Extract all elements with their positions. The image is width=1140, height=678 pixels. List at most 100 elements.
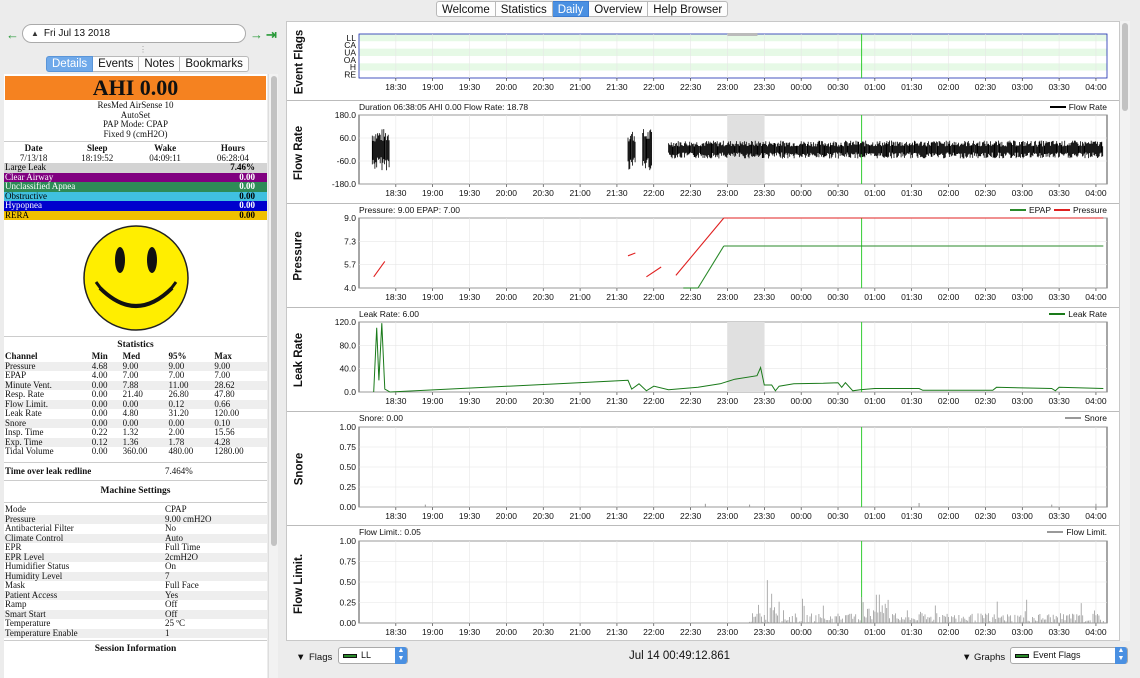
x-tick-label: 01:30 [901, 292, 923, 302]
snore-label: Snore [293, 452, 305, 486]
tab-overview[interactable]: Overview [589, 1, 649, 17]
tab-statistics[interactable]: Statistics [495, 1, 553, 17]
main-tabs: Welcome Statistics Daily Overview Help B… [436, 1, 729, 17]
machine-setting-row: Patient Access Yes [4, 590, 267, 600]
tab-events[interactable]: Events [93, 56, 140, 72]
graphs-toggle-icon[interactable]: ▼ [962, 652, 971, 663]
snore-graph[interactable]: 18:30 19:00 19:30 20:00 20:30 21:00 21:30 22:00… [287, 412, 1119, 526]
pressure-legend: EPAP Pressure [1009, 205, 1107, 215]
y-tick-label: 0.25 [339, 598, 356, 608]
flow-limitation-series [749, 580, 1104, 623]
x-tick-label: 02:30 [975, 627, 997, 637]
tab-welcome[interactable]: Welcome [436, 1, 496, 17]
x-tick-label: 20:00 [496, 82, 518, 92]
machine-settings-title: Machine Settings [100, 486, 171, 496]
tab-details[interactable]: Details [46, 56, 94, 72]
snore-legend: Snore [1065, 413, 1107, 423]
x-tick-label: 00:00 [791, 511, 813, 521]
ahi-banner: AHI 0.00 [5, 76, 266, 100]
event-flags-graph[interactable]: LL CA UA OA H RE 18:30 19:00 19:30 20:00 20:30 21:0… [287, 22, 1119, 101]
x-tick-label: 21:30 [606, 292, 628, 302]
x-tick-label: 23:30 [754, 627, 776, 637]
tab-bookmarks[interactable]: Bookmarks [180, 56, 249, 72]
x-tick-label: 04:00 [1085, 82, 1107, 92]
epap-legend-label: EPAP [1028, 205, 1051, 215]
y-tick-label: 0.50 [339, 462, 356, 472]
x-tick-label: 21:30 [606, 627, 628, 637]
x-tick-label: 19:30 [459, 627, 481, 637]
pressure-series [675, 217, 725, 276]
next-day-arrow-icon[interactable]: → [250, 27, 263, 42]
x-tick-label: 18:30 [385, 82, 407, 92]
x-tick-label: 02:00 [938, 511, 960, 521]
x-tick-label: 19:30 [459, 396, 481, 406]
date-picker[interactable]: ▲ Fri Jul 13 2018 [22, 24, 246, 43]
leak-redline-value: 7.464% [165, 465, 193, 476]
x-tick-label: 01:30 [901, 82, 923, 92]
x-tick-label: 01:00 [864, 627, 886, 637]
x-tick-label: 21:00 [569, 82, 591, 92]
flow-rate-label: Flow Rate [293, 125, 305, 180]
flow-limitation-graph[interactable]: 18:30 19:00 19:30 20:00 20:30 21:00 21:30 22:00… [287, 526, 1119, 642]
x-tick-label: 00:00 [791, 82, 813, 92]
x-tick-label: 03:30 [1048, 511, 1070, 521]
x-tick-label: 20:00 [496, 627, 518, 637]
tab-help-browser[interactable]: Help Browser [648, 1, 729, 17]
x-tick-label: 18:30 [385, 188, 407, 198]
y-tick-label: 0.75 [339, 442, 356, 452]
y-tick-label: 4.0 [344, 283, 356, 293]
x-tick-label: 18:30 [385, 627, 407, 637]
x-tick-label: 02:00 [938, 627, 960, 637]
x-tick-label: 00:00 [791, 396, 813, 406]
y-tick-label: 5.7 [344, 260, 356, 270]
pressure-series [373, 261, 386, 278]
leak-rate-graph[interactable]: 18:30 19:00 19:30 20:00 20:30 21:00 21:30 22:00… [287, 308, 1119, 412]
last-day-arrow-icon[interactable]: ⇥ [266, 27, 277, 43]
event-row: Hypopnea 0.00 [4, 200, 267, 211]
flags-toggle-icon[interactable]: ▼ [296, 652, 305, 663]
x-tick-label: 19:00 [422, 511, 444, 521]
previous-day-arrow-icon[interactable]: ← [6, 27, 19, 42]
x-tick-label: 02:30 [975, 292, 997, 302]
graphs-scrollbar[interactable] [1120, 21, 1130, 641]
large-leak-span [727, 322, 765, 392]
graphs-scrollbar-thumb[interactable] [1122, 23, 1128, 111]
statistics-row: Tidal Volume 0.00 360.00 480.00 1280.00 [4, 446, 267, 457]
x-tick-label: 04:00 [1085, 627, 1107, 637]
event-flags-label: Event Flags [293, 29, 305, 94]
x-tick-label: 22:30 [680, 511, 702, 521]
pressure-legend-label: Pressure [1072, 205, 1107, 215]
flow-rate-graph[interactable]: 18:30 19:00 19:30 20:00 20:30 21:00 21:30 22:00… [287, 101, 1119, 204]
machine-setting-value: Off [165, 599, 178, 609]
splitter-handle-icon[interactable]: ⋮ [139, 45, 147, 54]
details-scrollbar[interactable] [268, 74, 278, 678]
x-tick-label: 23:30 [754, 188, 776, 198]
x-tick-label: 00:30 [827, 82, 849, 92]
x-tick-label: 00:30 [827, 292, 849, 302]
statistics-cell: 0.00 [91, 446, 108, 456]
x-tick-label: 23:30 [754, 292, 776, 302]
y-tick-label: 0.00 [339, 618, 356, 628]
machine-setting-name: Temperature Enable [4, 628, 164, 638]
calendar-triangle-icon[interactable]: ▲ [31, 29, 39, 38]
x-tick-label: 23:00 [717, 511, 739, 521]
x-tick-label: 18:30 [385, 292, 407, 302]
y-tick-label: 40.0 [339, 364, 356, 374]
tab-daily[interactable]: Daily [552, 1, 590, 17]
x-tick-label: 20:30 [533, 511, 555, 521]
x-tick-label: 19:00 [422, 627, 444, 637]
x-tick-label: 03:00 [1012, 511, 1034, 521]
tab-notes[interactable]: Notes [139, 56, 181, 72]
x-tick-label: 23:00 [717, 396, 739, 406]
x-tick-label: 20:00 [496, 188, 518, 198]
x-tick-label: 20:30 [533, 627, 555, 637]
flag-row-label: RE [344, 70, 356, 80]
pressure-graph[interactable]: 18:30 19:00 19:30 20:00 20:30 21:00 21:30 22:00… [287, 204, 1119, 308]
flags-select-chevron-icon[interactable]: ▲ ▼ [395, 647, 407, 664]
scrollbar-thumb[interactable] [271, 76, 277, 546]
x-tick-label: 22:30 [680, 396, 702, 406]
flags-select[interactable]: LL ▲ ▼ [338, 647, 408, 664]
x-tick-label: 00:00 [791, 627, 813, 637]
graphs-select[interactable]: Event Flags ▲ ▼ [1010, 647, 1128, 664]
graphs-select-chevron-icon[interactable]: ▲ ▼ [1115, 647, 1127, 664]
